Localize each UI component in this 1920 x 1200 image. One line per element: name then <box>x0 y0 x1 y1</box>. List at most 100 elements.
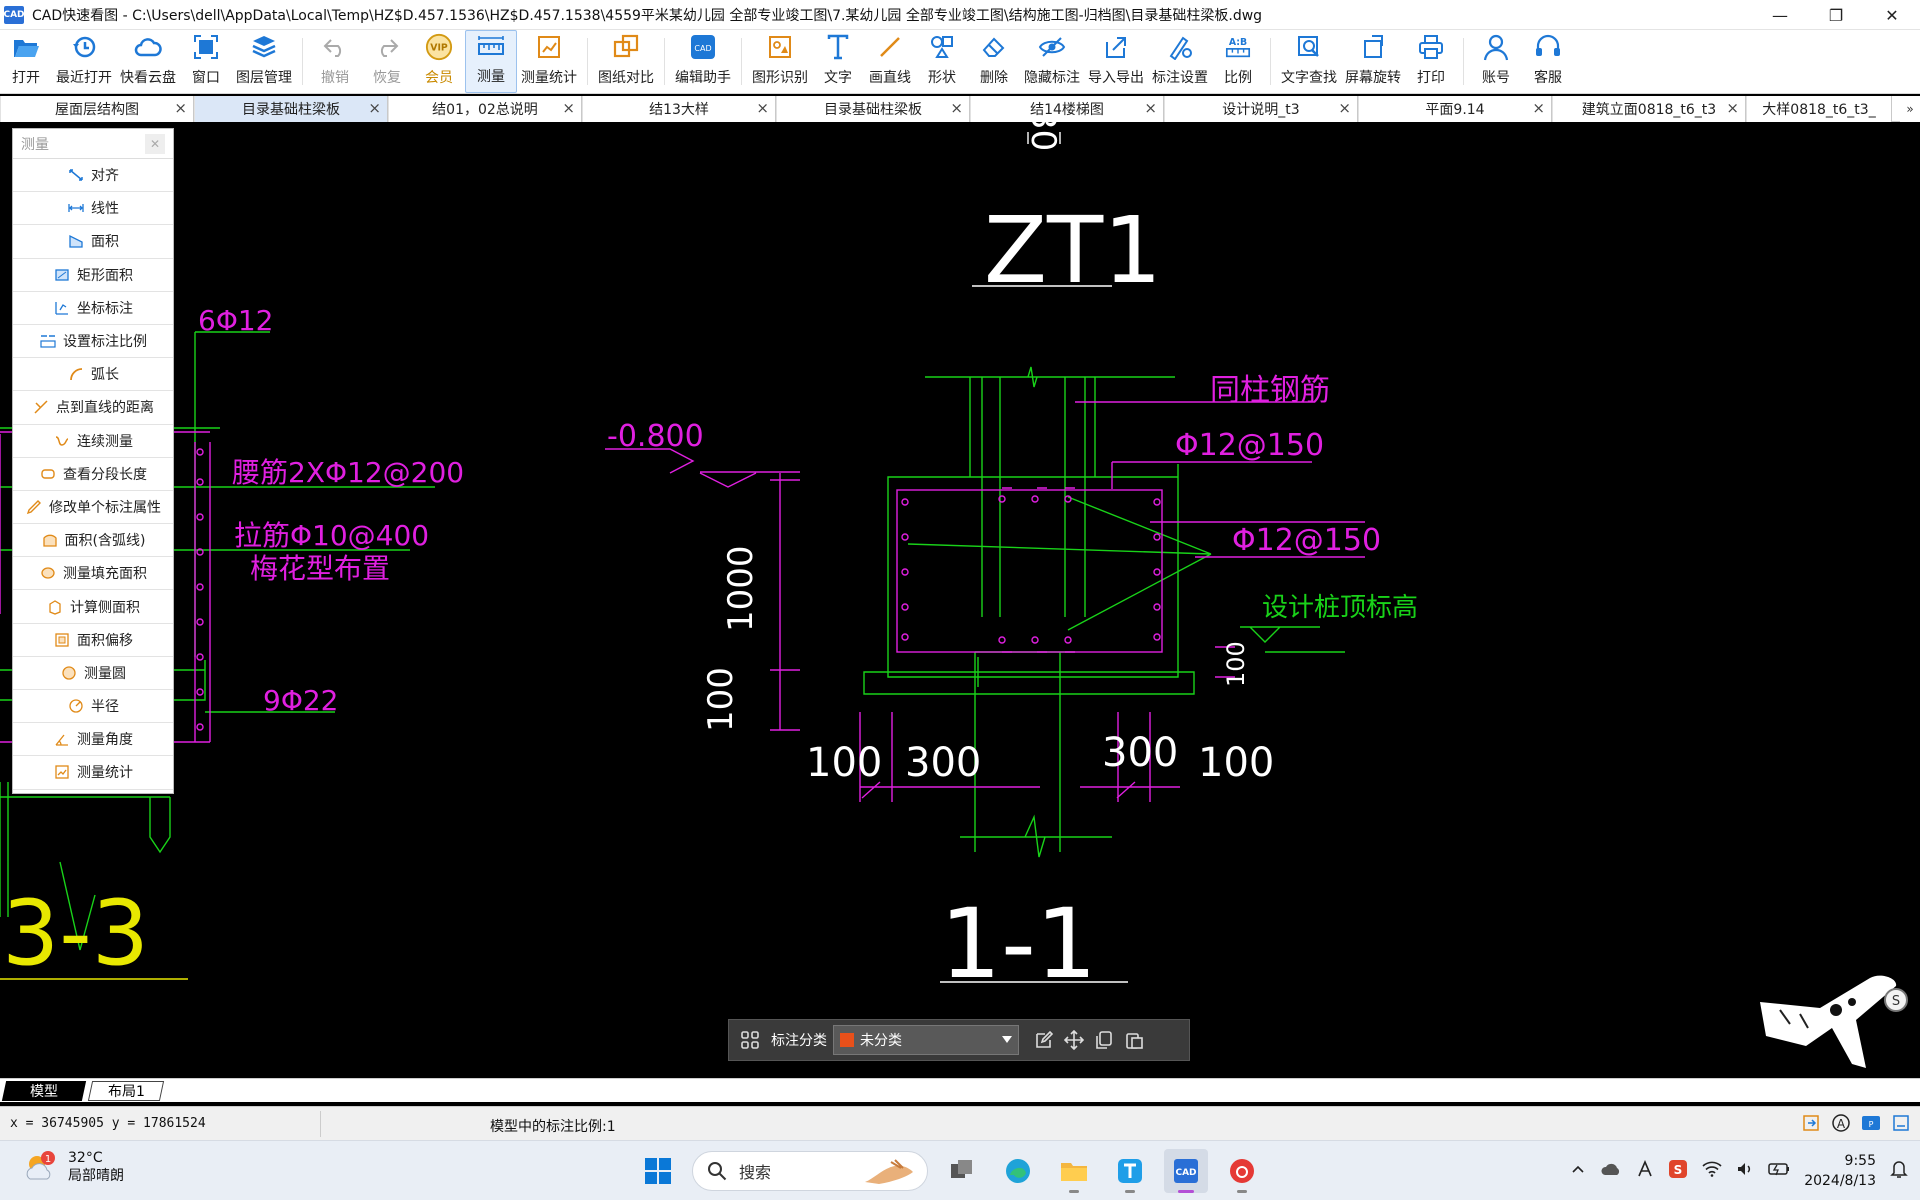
recent-button[interactable]: 最近打开 <box>52 30 116 93</box>
measure-linear-button[interactable]: 线性 <box>13 192 173 226</box>
taskbar-search[interactable]: 搜索 <box>692 1151 928 1191</box>
close-icon[interactable]: × <box>562 99 575 117</box>
account-button[interactable]: 账号 <box>1470 30 1522 93</box>
measure-arc-area-button[interactable]: 面积(含弧线) <box>13 524 173 558</box>
text-search-button[interactable]: 文字查找 <box>1277 30 1341 93</box>
measure-area-offset-button[interactable]: 面积偏移 <box>13 624 173 657</box>
measure-segment-button[interactable]: 查看分段长度 <box>13 458 173 491</box>
more-tabs-button[interactable]: » <box>1900 96 1920 122</box>
shape-button[interactable]: 形状 <box>916 30 968 93</box>
onedrive-icon[interactable] <box>1600 1161 1622 1181</box>
measure-side-area-button[interactable]: 计算侧面积 <box>13 590 173 624</box>
doc-tab[interactable]: 大样0818_t6_t3_ <box>1746 96 1892 122</box>
measure-radius-button[interactable]: 半径 <box>13 690 173 724</box>
undo-button[interactable]: 撤销 <box>309 30 361 93</box>
doc-tab[interactable]: 结01，02总说明 × <box>388 96 582 122</box>
annotation-category-select[interactable]: 未分类 <box>833 1025 1019 1055</box>
measure-stats-button[interactable]: 测量统计 <box>517 30 581 93</box>
file-explorer-button[interactable] <box>1052 1149 1096 1193</box>
sogou-icon[interactable]: S <box>1668 1159 1688 1183</box>
measure-continuous-button[interactable]: 连续测量 <box>13 425 173 458</box>
edge-button[interactable] <box>996 1149 1040 1193</box>
close-icon[interactable]: ✕ <box>145 133 165 154</box>
measure-rect-area-button[interactable]: 矩形面积 <box>13 259 173 292</box>
import-icon[interactable] <box>1800 1112 1822 1134</box>
measure-set-scale-button[interactable]: 设置标注比例 <box>13 325 173 359</box>
cad-app-button[interactable]: CAD <box>1164 1149 1208 1193</box>
start-button[interactable] <box>636 1149 680 1193</box>
close-icon[interactable]: × <box>174 99 187 117</box>
wifi-icon[interactable] <box>1702 1161 1722 1181</box>
notification-bell-icon[interactable] <box>1890 1159 1908 1183</box>
doc-tab[interactable]: 结13大样 × <box>582 96 776 122</box>
text-button[interactable]: 文字 <box>812 30 864 93</box>
chevron-up-icon[interactable] <box>1570 1161 1586 1181</box>
tab-layout1[interactable]: 布局1 <box>87 1081 165 1101</box>
annotation-scale-icon[interactable]: A <box>1830 1112 1852 1134</box>
close-icon[interactable]: × <box>368 99 381 117</box>
scale-button[interactable]: A:B 比例 <box>1212 30 1264 93</box>
text-app-button[interactable] <box>1108 1149 1152 1193</box>
measure-fill-area-button[interactable]: 测量填充面积 <box>13 557 173 591</box>
delete-button[interactable]: 删除 <box>968 30 1020 93</box>
layer-manager-button[interactable]: 图层管理 <box>232 30 296 93</box>
measure-arc-length-button[interactable]: 弧长 <box>13 358 173 392</box>
grid-icon[interactable] <box>735 1025 765 1055</box>
close-icon[interactable]: × <box>1144 99 1157 117</box>
measure-point-line-button[interactable]: 点到直线的距离 <box>13 391 173 425</box>
measure-area-button[interactable]: 面积 <box>13 225 173 259</box>
fullscreen-icon[interactable] <box>1890 1112 1912 1134</box>
close-icon[interactable]: × <box>756 99 769 117</box>
redo-button[interactable]: 恢复 <box>361 30 413 93</box>
move-icon[interactable] <box>1059 1025 1089 1055</box>
close-icon[interactable]: × <box>1338 99 1351 117</box>
measure-circle-button[interactable]: 测量圆 <box>13 657 173 690</box>
annotation-settings-button[interactable]: 标注设置 <box>1148 30 1212 93</box>
weather-widget[interactable]: 1 32°C 局部晴朗 <box>22 1149 124 1185</box>
hide-annotation-button[interactable]: 隐藏标注 <box>1020 30 1084 93</box>
doc-tab[interactable]: 屋面层结构图 × <box>0 96 194 122</box>
close-button[interactable]: ✕ <box>1864 0 1920 30</box>
close-icon[interactable]: × <box>1532 99 1545 117</box>
import-export-button[interactable]: 导入导出 <box>1084 30 1148 93</box>
cloud-drive-button[interactable]: 快看云盘 <box>116 30 180 93</box>
music-app-button[interactable] <box>1220 1149 1264 1193</box>
shape-recognition-button[interactable]: 图形识别 <box>748 30 812 93</box>
close-icon[interactable]: × <box>950 99 963 117</box>
drawing-canvas[interactable]: 6Φ12 腰筋2XΦ12@200 拉筋Φ10@400 梅花型布置 9Φ22 3-… <box>0 122 1920 1078</box>
doc-tab[interactable]: 目录基础柱梁板 × <box>776 96 970 122</box>
font-icon[interactable] <box>1636 1159 1654 1182</box>
compare-button[interactable]: 图纸对比 <box>594 30 658 93</box>
support-button[interactable]: 客服 <box>1522 30 1574 93</box>
volume-icon[interactable] <box>1736 1161 1754 1181</box>
pdf-icon[interactable]: P <box>1860 1112 1882 1134</box>
doc-tab[interactable]: 设计说明_t3 × <box>1164 96 1358 122</box>
open-button[interactable]: 打开 <box>0 30 52 93</box>
doc-tab[interactable]: 平面9.14 × <box>1358 96 1552 122</box>
tab-model[interactable]: 模型 <box>1 1081 87 1101</box>
restore-button[interactable]: ❐ <box>1808 0 1864 30</box>
task-view-button[interactable] <box>940 1149 984 1193</box>
copy-icon[interactable] <box>1089 1025 1119 1055</box>
minimize-button[interactable]: — <box>1752 0 1808 30</box>
measure-angle-button[interactable]: 测量角度 <box>13 723 173 757</box>
clock[interactable]: 9:55 2024/8/13 <box>1804 1151 1876 1191</box>
vip-button[interactable]: VIP 会员 <box>413 30 465 93</box>
battery-icon[interactable] <box>1768 1161 1790 1181</box>
measure-edit-annotation-button[interactable]: 修改单个标注属性 <box>13 491 173 525</box>
close-icon[interactable]: × <box>1726 99 1739 117</box>
draw-line-button[interactable]: 画直线 <box>864 30 916 93</box>
measure-button[interactable]: 测量 <box>465 30 517 93</box>
screen-rotate-button[interactable]: 屏幕旋转 <box>1341 30 1405 93</box>
window-button[interactable]: 窗口 <box>180 30 232 93</box>
measure-stats-panel-button[interactable]: 测量统计 <box>13 756 173 790</box>
paste-icon[interactable] <box>1119 1025 1149 1055</box>
measure-coordinate-button[interactable]: 坐标标注 <box>13 292 173 325</box>
edit-assistant-button[interactable]: CAD 编辑助手 <box>671 30 735 93</box>
doc-tab-active[interactable]: 目录基础柱梁板 × <box>194 96 388 122</box>
print-button[interactable]: 打印 <box>1405 30 1457 93</box>
measure-align-button[interactable]: 对齐 <box>13 159 173 193</box>
doc-tab[interactable]: 建筑立面0818_t6_t3 × <box>1552 96 1746 122</box>
doc-tab[interactable]: 结14楼梯图 × <box>970 96 1164 122</box>
edit-icon[interactable] <box>1029 1025 1059 1055</box>
